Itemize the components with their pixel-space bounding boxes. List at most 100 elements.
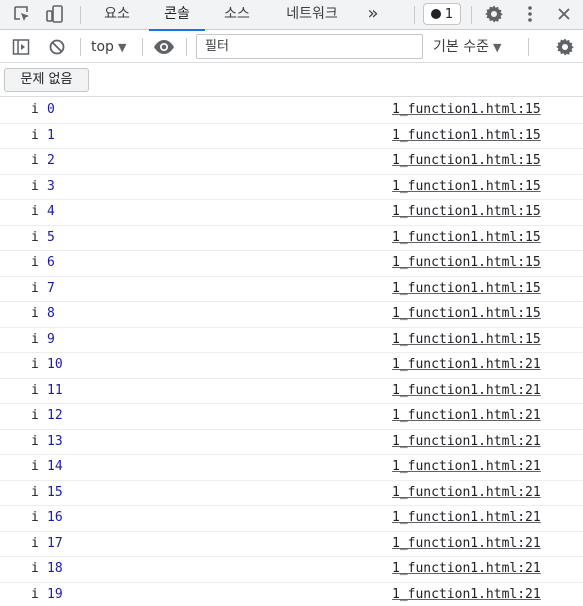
source-link[interactable]: 1_function1.html:21	[392, 383, 541, 398]
devtools-tab-bar: 요소 콘솔 소스 네트워크 » 1	[0, 0, 583, 31]
source-link[interactable]: 1_function1.html:21	[392, 510, 541, 525]
issues-counter-badge[interactable]: 1	[423, 3, 461, 25]
log-key: i	[31, 331, 39, 347]
log-key: i	[31, 280, 39, 296]
log-value: 15	[47, 484, 63, 500]
log-key: i	[31, 178, 39, 194]
console-message-row: i 8 1_function1.html:15	[0, 302, 583, 328]
device-toolbar-icon[interactable]	[43, 3, 67, 25]
console-message-row: i 19 1_function1.html:21	[0, 583, 583, 606]
separator	[142, 38, 143, 56]
log-value: 3	[47, 178, 55, 194]
log-key: i	[31, 102, 39, 117]
source-link[interactable]: 1_function1.html:15	[392, 281, 541, 296]
more-tabs-button[interactable]: »	[360, 0, 386, 30]
clear-console-icon[interactable]	[45, 36, 69, 58]
console-message-row: i 9 1_function1.html:15	[0, 328, 583, 353]
log-key: i	[31, 382, 39, 398]
tab-elements[interactable]: 요소	[90, 0, 144, 30]
log-key: i	[31, 408, 39, 423]
source-link[interactable]: 1_function1.html:15	[392, 306, 541, 321]
console-message-row: i 2 1_function1.html:15	[0, 149, 583, 175]
console-message-row: i 12 1_function1.html:21	[0, 404, 583, 430]
log-value: 0	[47, 102, 55, 117]
console-message-row: i 3 1_function1.html:15	[0, 175, 583, 200]
separator	[80, 6, 81, 24]
log-key: i	[31, 535, 39, 551]
filter-input[interactable]	[196, 34, 423, 59]
log-value: 7	[47, 280, 55, 296]
source-link[interactable]: 1_function1.html:21	[392, 408, 541, 423]
tab-sources[interactable]: 소스	[210, 0, 264, 30]
issues-bar: 문제 없음	[0, 64, 583, 97]
log-key: i	[31, 204, 39, 219]
close-icon[interactable]	[552, 3, 576, 25]
tab-network[interactable]: 네트워크	[270, 0, 354, 30]
log-key: i	[31, 433, 39, 449]
log-value: 14	[47, 459, 63, 474]
source-link[interactable]: 1_function1.html:21	[392, 459, 541, 474]
log-value: 18	[47, 561, 63, 576]
kebab-menu-icon[interactable]	[518, 3, 542, 25]
chevron-down-icon: ▼	[492, 41, 502, 54]
source-link[interactable]: 1_function1.html:15	[392, 153, 541, 168]
source-link[interactable]: 1_function1.html:15	[392, 179, 541, 194]
source-link[interactable]: 1_function1.html:21	[392, 587, 541, 602]
log-level-value: 기본 수준	[433, 39, 489, 55]
log-key: i	[31, 561, 39, 576]
console-log: i 0 1_function1.html:15 i 1 1_function1.html:…	[0, 98, 583, 606]
log-value: 4	[47, 204, 55, 219]
log-key: i	[31, 586, 39, 602]
separator	[528, 38, 529, 56]
console-message-row: i 0 1_function1.html:15	[0, 98, 583, 124]
log-key: i	[31, 357, 39, 372]
log-key: i	[31, 229, 39, 245]
source-link[interactable]: 1_function1.html:15	[392, 102, 541, 117]
source-link[interactable]: 1_function1.html:21	[392, 561, 541, 576]
context-selector[interactable]: top ▼	[91, 37, 126, 57]
console-message-row: i 17 1_function1.html:21	[0, 532, 583, 557]
source-link[interactable]: 1_function1.html:21	[392, 434, 541, 449]
console-message-row: i 6 1_function1.html:15	[0, 251, 583, 277]
log-key: i	[31, 127, 39, 143]
log-value: 1	[47, 127, 55, 143]
source-link[interactable]: 1_function1.html:15	[392, 230, 541, 245]
log-level-selector[interactable]: 기본 수준 ▼	[433, 37, 501, 57]
log-value: 10	[47, 357, 63, 372]
log-value: 6	[47, 255, 55, 270]
console-message-row: i 18 1_function1.html:21	[0, 557, 583, 583]
source-link[interactable]: 1_function1.html:15	[392, 204, 541, 219]
no-issues-button[interactable]: 문제 없음	[4, 68, 89, 92]
eye-icon[interactable]	[152, 36, 176, 58]
source-link[interactable]: 1_function1.html:15	[392, 332, 541, 347]
console-message-row: i 1 1_function1.html:15	[0, 124, 583, 149]
console-message-row: i 15 1_function1.html:21	[0, 481, 583, 506]
separator	[80, 38, 81, 56]
source-link[interactable]: 1_function1.html:21	[392, 485, 541, 500]
log-value: 16	[47, 510, 63, 525]
log-key: i	[31, 510, 39, 525]
context-value: top	[91, 39, 114, 55]
chevron-down-icon: ▼	[117, 41, 127, 54]
log-key: i	[31, 255, 39, 270]
sidebar-toggle-icon[interactable]	[9, 36, 33, 58]
console-message-row: i 5 1_function1.html:15	[0, 226, 583, 251]
source-link[interactable]: 1_function1.html:15	[392, 128, 541, 143]
gear-icon[interactable]	[482, 3, 506, 25]
source-link[interactable]: 1_function1.html:21	[392, 536, 541, 551]
tab-console[interactable]: 콘솔	[149, 0, 205, 31]
inspect-element-icon[interactable]	[10, 3, 34, 25]
log-value: 19	[47, 586, 63, 602]
console-settings-gear-icon[interactable]	[553, 36, 577, 58]
console-message-row: i 11 1_function1.html:21	[0, 379, 583, 404]
console-message-row: i 13 1_function1.html:21	[0, 430, 583, 455]
log-value: 9	[47, 331, 55, 347]
source-link[interactable]: 1_function1.html:15	[392, 255, 541, 270]
log-value: 12	[47, 408, 63, 423]
separator	[186, 38, 187, 56]
log-key: i	[31, 153, 39, 168]
console-message-row: i 7 1_function1.html:15	[0, 277, 583, 302]
log-key: i	[31, 306, 39, 321]
separator	[414, 6, 415, 24]
source-link[interactable]: 1_function1.html:21	[392, 357, 541, 372]
